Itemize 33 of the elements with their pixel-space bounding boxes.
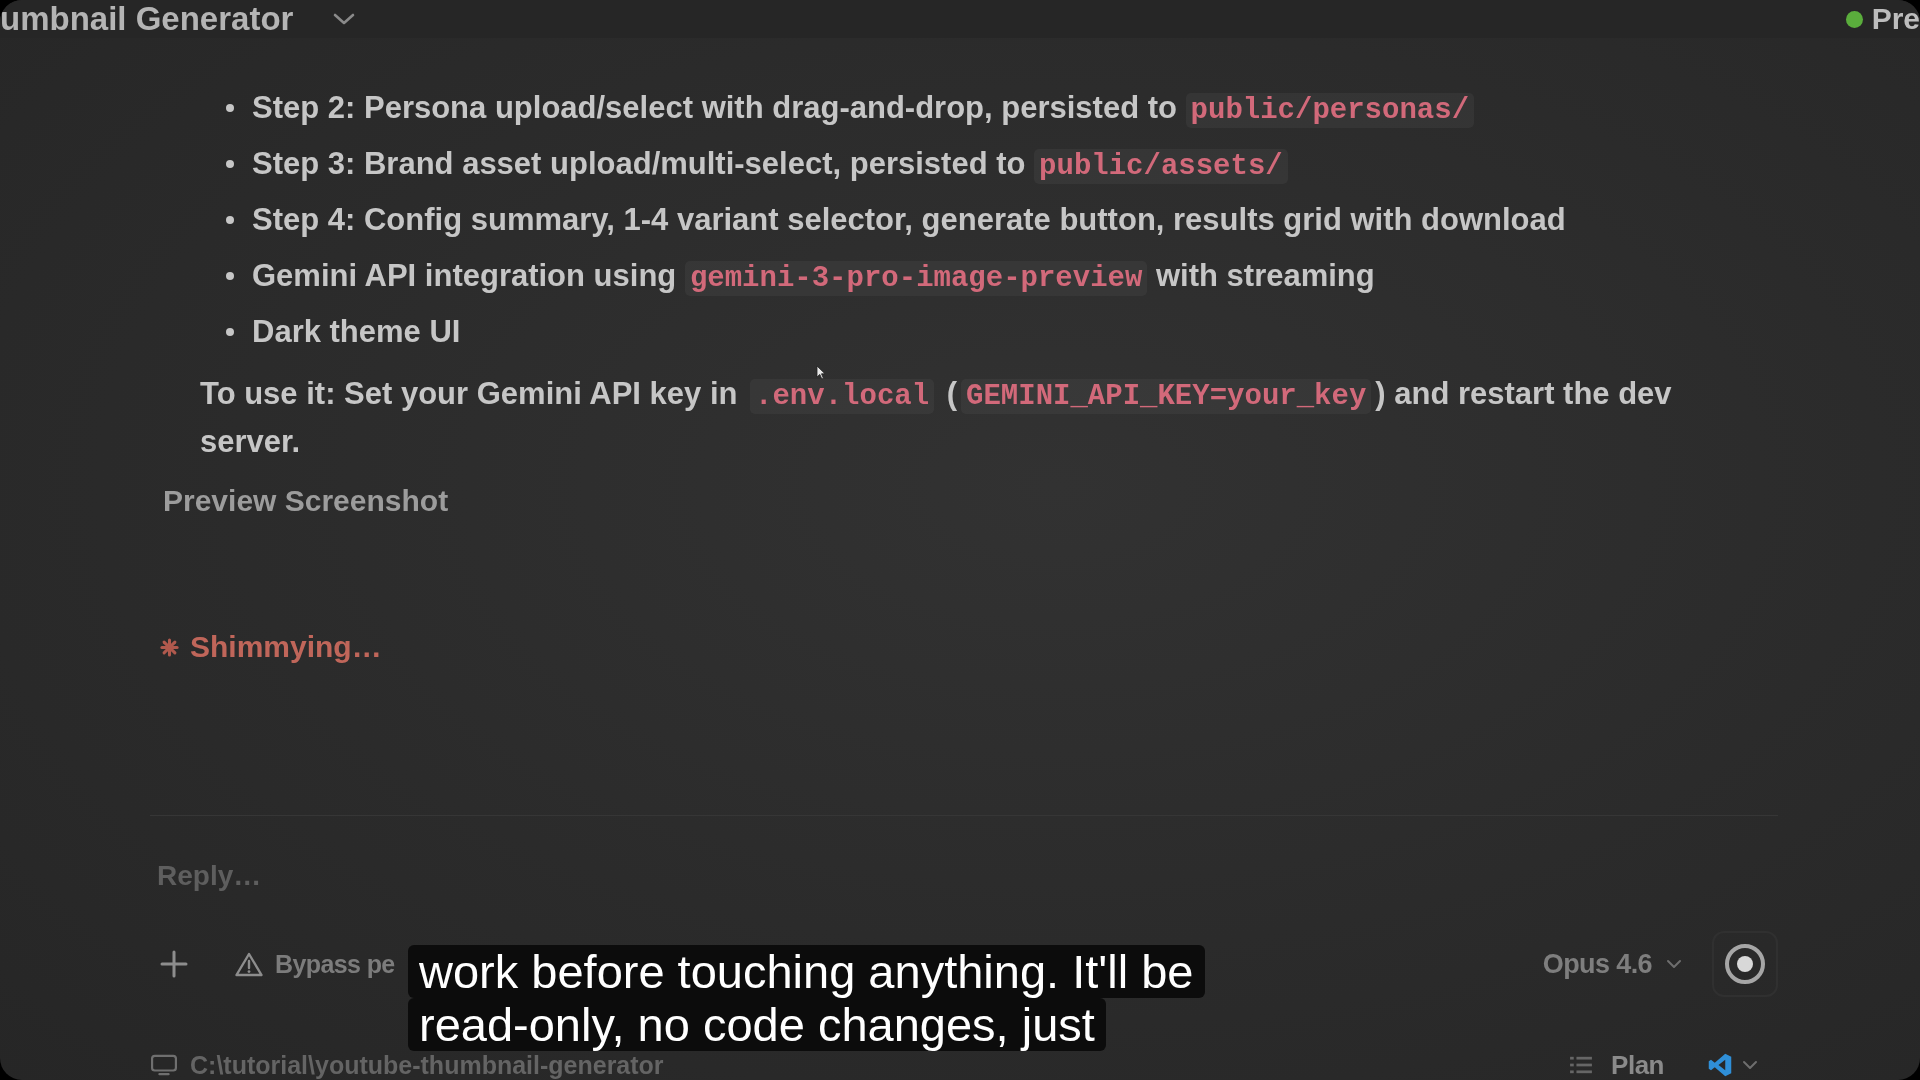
bullet-icon (226, 160, 234, 168)
cursor-icon (816, 365, 826, 380)
project-menu-button[interactable]: umbnail Generator (0, 0, 356, 38)
list-item-text: Step 2: Persona upload/select with drag-and-drop, persisted to public/personas/ (252, 90, 1475, 126)
status-text: Shimmying… (190, 630, 382, 664)
folder-path: C:\tutorial\youtube-thumbnail-generator (190, 1053, 664, 1077)
warning-icon (235, 951, 263, 977)
note-text: To use it: Set your Gemini API key in .env.local ( GEMINI_API_KEY=your_key ) and restart the dev server. (200, 375, 1673, 461)
add-button[interactable] (160, 950, 188, 978)
model-button[interactable]: Opus 4.6 (1542, 946, 1682, 982)
list-icon (1569, 1055, 1594, 1075)
plan-button[interactable]: Plan (1569, 1053, 1664, 1077)
section-heading: Preview Screenshot (163, 483, 449, 519)
open-in-editor-button[interactable] (1708, 1053, 1758, 1077)
chevron-icon (333, 13, 356, 25)
chevron-icon (1666, 959, 1682, 969)
preview-button[interactable]: Pre (1845, 1, 1920, 37)
list-item-text: Step 3: Brand asset upload/multi-select, persisted to public/assets/ (252, 146, 1288, 182)
list-item-text: Dark theme UI (252, 314, 461, 350)
list-item-text: Gemini API integration using gemini-3-pro-image-preview with streaming (252, 258, 1375, 294)
app-icon (1708, 1053, 1732, 1077)
plus-icon (160, 950, 188, 978)
bullet-icon (226, 104, 234, 112)
asterisk-icon (160, 637, 179, 657)
monitor-icon (150, 1054, 178, 1076)
record-icon (1724, 943, 1766, 985)
bullet-icon (226, 272, 234, 280)
chevron-icon (1742, 1060, 1758, 1070)
list-item-text: Step 4: Config summary, 1-4 variant selector, generate button, results grid with download (252, 202, 1566, 238)
bullet-icon (226, 216, 234, 224)
bullet-icon (226, 328, 234, 336)
record-button[interactable] (1712, 931, 1778, 997)
mode-button[interactable]: Bypass pe (235, 946, 395, 982)
